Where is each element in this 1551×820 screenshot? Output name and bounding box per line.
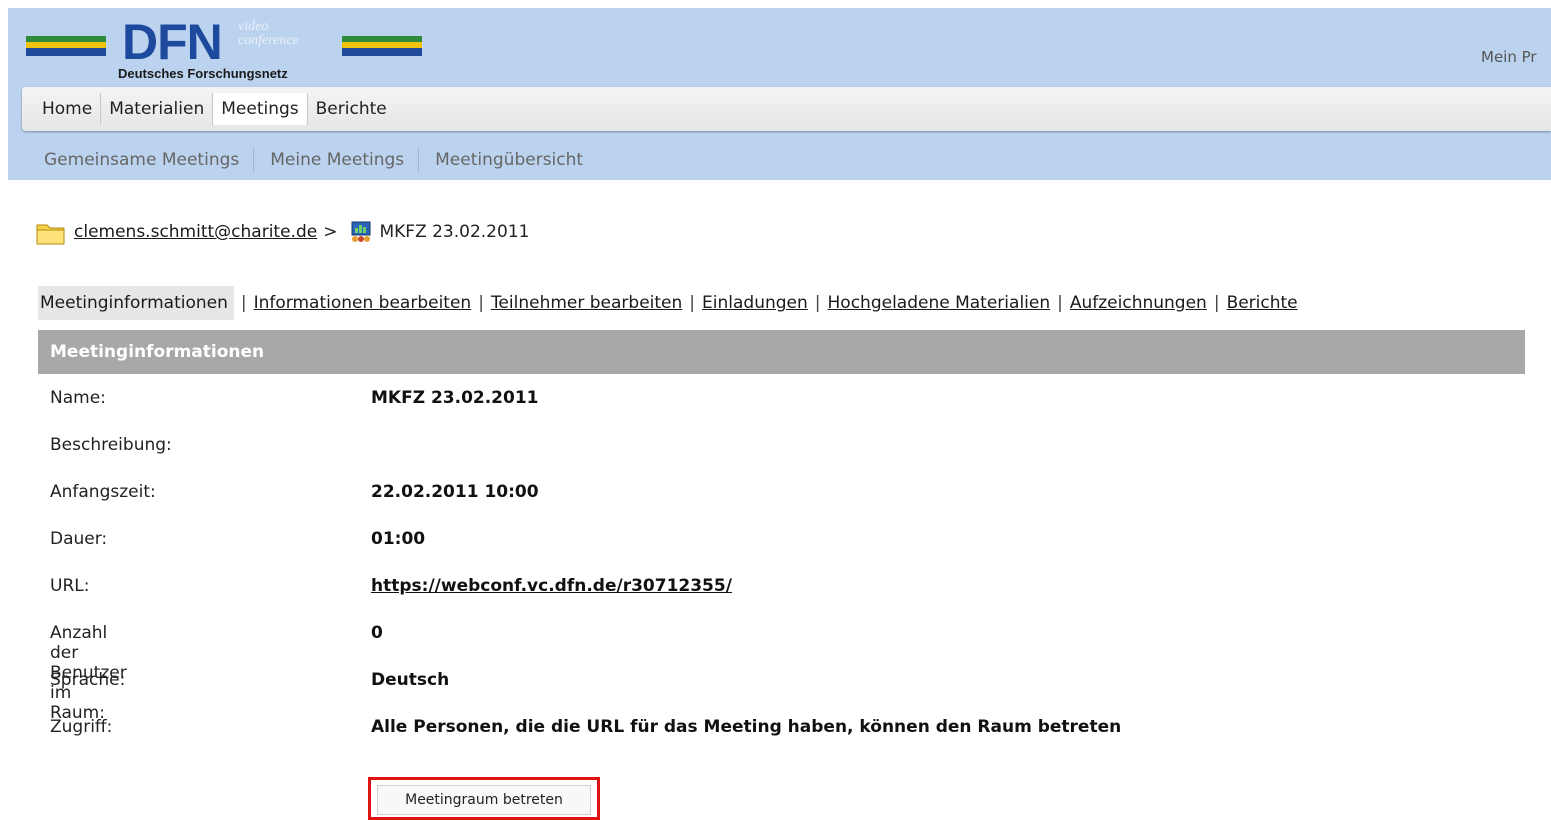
main-tab-materialien[interactable]: Materialien: [101, 93, 214, 125]
info-label: URL:: [50, 576, 90, 596]
tab-einladungen[interactable]: Einladungen: [702, 286, 808, 320]
info-value-dauer: 01:00: [371, 529, 426, 549]
folder-icon: [36, 221, 66, 245]
info-value-url: https://webconf.vc.dfn.de/r30712355/: [371, 576, 732, 596]
tab-meetinginformationen[interactable]: Meetinginformationen: [38, 286, 234, 320]
sub-nav: Gemeinsame Meetings Meine Meetings Meeti…: [36, 148, 605, 172]
info-label: Dauer:: [50, 529, 108, 549]
breadcrumb: clemens.schmitt@charite.de > MKFZ 23.02.…: [36, 220, 530, 245]
breadcrumb-folder-link[interactable]: clemens.schmitt@charite.de: [74, 222, 317, 242]
profile-link[interactable]: Mein Pr: [1481, 48, 1551, 66]
info-label: Anfangszeit:: [50, 482, 156, 502]
meeting-room-icon: [349, 220, 373, 244]
dfn-logo[interactable]: DFN video conference Deutsches Forschung…: [26, 14, 426, 90]
sub-tab-meetinguebersicht[interactable]: Meetingübersicht: [427, 148, 597, 172]
main-tab-berichte[interactable]: Berichte: [308, 93, 395, 125]
logo-subtitle: Deutsches Forschungsnetz: [118, 66, 288, 81]
tab-separator: |: [1057, 293, 1063, 313]
tab-aufzeichnungen[interactable]: Aufzeichnungen: [1070, 286, 1207, 320]
tab-teilnehmer-bearbeiten[interactable]: Teilnehmer bearbeiten: [491, 286, 682, 320]
tab-berichte[interactable]: Berichte: [1227, 286, 1298, 320]
info-label: Beschreibung:: [50, 435, 172, 455]
sub-tab-meine-meetings[interactable]: Meine Meetings: [262, 148, 420, 172]
tab-separator: |: [240, 293, 247, 313]
tab-separator: |: [814, 293, 821, 313]
join-meeting-room-button[interactable]: Meetingraum betreten: [377, 785, 591, 815]
logo-stripe-right: [342, 36, 422, 56]
tab-hochgeladene-materialien[interactable]: Hochgeladene Materialien: [828, 286, 1051, 320]
sub-tab-gemeinsame-meetings[interactable]: Gemeinsame Meetings: [36, 148, 255, 172]
tab-separator: |: [478, 293, 484, 313]
info-value-anfangszeit: 22.02.2011 10:00: [371, 482, 539, 502]
tab-separator: |: [689, 293, 696, 313]
info-value-anzahl-benutzer: 0: [371, 623, 383, 643]
main-tab-home[interactable]: Home: [34, 93, 102, 125]
logo-text: DFN: [122, 14, 223, 70]
logo-video-text: video: [238, 19, 269, 34]
breadcrumb-separator: >: [323, 222, 338, 242]
logo-conference-text: conference: [238, 33, 299, 48]
join-button-highlight: Meetingraum betreten: [368, 777, 600, 820]
tab-separator: |: [1213, 293, 1220, 313]
logo-stripe-left: [26, 36, 106, 56]
main-tab-meetings[interactable]: Meetings: [213, 93, 308, 125]
info-value-zugriff: Alle Personen, die die URL für das Meeti…: [371, 717, 1122, 737]
meeting-tabs: Meetinginformationen | Informationen bea…: [38, 286, 1298, 320]
info-label: Sprache:: [50, 670, 126, 690]
info-value-sprache: Deutsch: [371, 670, 450, 690]
panel-title: Meetinginformationen: [38, 330, 1525, 374]
info-label: Name:: [50, 388, 106, 408]
breadcrumb-meeting: MKFZ 23.02.2011: [379, 222, 530, 242]
tab-informationen-bearbeiten[interactable]: Informationen bearbeiten: [254, 286, 472, 320]
main-nav: Home Materialien Meetings Berichte: [22, 87, 1551, 131]
meeting-url-link[interactable]: https://webconf.vc.dfn.de/r30712355/: [371, 576, 732, 596]
info-value-name: MKFZ 23.02.2011: [371, 388, 539, 408]
info-label: Zugriff:: [50, 717, 113, 737]
